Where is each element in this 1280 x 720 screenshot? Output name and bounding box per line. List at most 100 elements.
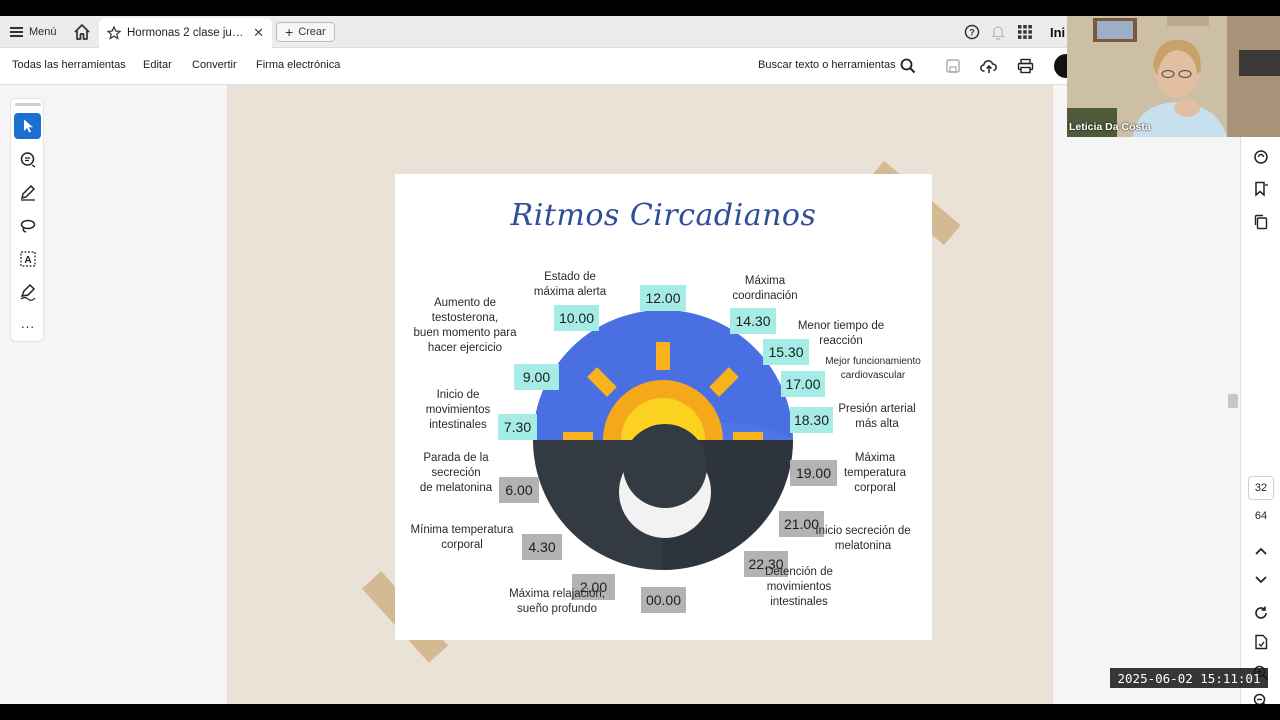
signature-pen-icon [20,283,35,301]
ai-assistant-button[interactable] [1251,147,1271,167]
time-box: 00.00 [641,587,686,613]
search-button[interactable] [898,56,918,76]
time-box: 18.30 [790,407,833,433]
next-page-button[interactable] [1251,570,1271,590]
print-button[interactable] [1015,56,1035,76]
file-info-button[interactable] [1251,632,1271,652]
label-blood-pressure: Presión arterial más alta [838,403,916,430]
chevron-down-icon [1255,576,1267,584]
e-sign-link[interactable]: Firma electrónica [256,59,340,71]
convert-link[interactable]: Convertir [192,59,237,71]
time-box: 10.00 [554,305,599,331]
page-number-input[interactable]: 32 [1248,476,1274,500]
cursor-icon [23,119,33,133]
grid-icon [1018,25,1032,39]
sign-in-link[interactable]: Ini [1050,22,1065,42]
sign-tool-button[interactable] [14,279,41,305]
comment-tool-button[interactable] [14,147,41,173]
notifications-button[interactable] [989,22,1007,42]
refresh-button[interactable] [1251,603,1271,623]
tab-document[interactable]: Hormonas 2 clase juni... ✕ [99,18,272,48]
home-button[interactable] [72,22,92,42]
bell-icon [991,26,1005,40]
select-tool-button[interactable] [14,113,41,139]
menu-label: Menú [29,26,57,38]
rail-grip[interactable] [15,103,41,106]
label-melatonin-start: Inicio secreción de melatonina [815,525,911,552]
slide-title: Ritmos Circadianos [510,198,817,233]
bookmarks-button[interactable] [1251,179,1271,199]
create-button[interactable]: + Crear [276,22,335,42]
previous-page-button[interactable] [1251,541,1271,561]
cloud-upload-icon [980,60,997,73]
time-box: 12.00 [640,285,686,311]
vertical-scrollbar[interactable] [1228,394,1238,408]
slide-page: Ritmos Circadianos 12.00 10.00 9.00 7.30… [395,174,932,640]
bookmark-icon [1255,181,1268,197]
help-button[interactable]: ? [963,22,981,42]
file-icon [1255,634,1268,650]
time-box: 7.30 [498,414,537,440]
label-intestinal-start: Inicio de movimientos intestinales [425,389,491,431]
plus-icon: + [285,24,294,40]
recording-timestamp: 2025-06-02 15:11:01 [1110,668,1268,688]
draw-tool-button[interactable] [14,213,41,239]
apps-button[interactable] [1016,22,1034,42]
label-max-temperature: Máxima temperatura corporal [843,452,906,494]
copy-pages-icon [1254,214,1268,230]
text-tool-button[interactable]: A [14,246,41,272]
label-max-alert: Estado de máxima alerta [533,271,607,298]
label-min-temperature: Mínima temperatura corporal [410,524,514,551]
close-icon[interactable]: ✕ [253,25,264,41]
time-box: 9.00 [514,364,559,390]
refresh-icon [1255,606,1267,619]
highlight-tool-button[interactable] [14,180,41,206]
label-max-coordination: Máxima coordinación [732,275,798,302]
label-testosterone: Aumento de testosterona, buen momento para… [413,297,517,354]
save-button[interactable] [943,56,963,76]
upload-button[interactable] [979,56,999,76]
star-icon[interactable] [107,26,121,40]
label-cardiovascular: Mejor funcionamiento cardiovascular [825,356,921,381]
comment-icon [20,152,35,168]
pen-icon [20,184,35,201]
webcam-overlay: Leticia Da Costa [1067,16,1280,137]
search-icon [900,58,916,74]
label-max-relaxation: Máxima relajación, sueño profundo [509,588,605,615]
right-rail: 32 64 [1240,85,1280,704]
lasso-icon [20,219,35,233]
home-icon [74,24,90,40]
zoom-out-icon [1253,693,1266,704]
webcam-feed [1067,16,1280,137]
label-intestinal-stop: Detención de movimientos intestinales [765,566,833,608]
chevron-up-icon [1255,547,1267,555]
pages-button[interactable] [1251,212,1271,232]
sun-ray [733,432,763,440]
search-tools-label[interactable]: Buscar texto o herramientas [758,59,896,71]
time-box: 4.30 [522,534,562,560]
more-tools-button[interactable]: ··· [14,313,41,339]
label-melatonin-stop: Parada de la secreción de melatonina [419,452,493,494]
zoom-out-button[interactable] [1251,691,1271,704]
menu-button[interactable]: Menú [10,23,57,41]
help-icon: ? [964,24,980,40]
time-box: 19.00 [790,460,837,486]
edit-link[interactable]: Editar [143,59,172,71]
create-label: Crear [298,26,326,38]
svg-text:A: A [24,255,31,266]
all-tools-link[interactable]: Todas las herramientas [12,59,126,71]
hamburger-icon [10,27,23,37]
ai-assistant-icon [1254,150,1268,164]
participant-name: Leticia Da Costa [1069,121,1151,133]
sun-ray [563,432,593,440]
tab-title: Hormonas 2 clase juni... [127,27,248,39]
printer-icon [1017,58,1033,74]
tool-rail: A ··· [10,98,44,342]
svg-text:?: ? [969,28,975,38]
text-box-icon: A [19,251,36,267]
label-reaction-time: Menor tiempo de reacción [797,320,885,347]
sun-ray [656,342,670,370]
more-icon: ··· [20,318,35,334]
page-total: 64 [1254,510,1268,522]
time-box: 14.30 [730,308,776,334]
